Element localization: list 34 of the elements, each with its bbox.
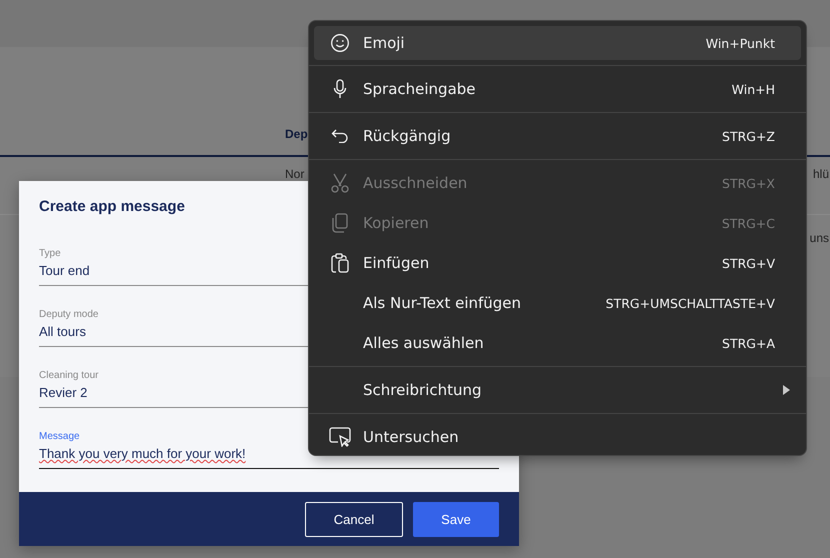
shortcut-text: STRG+V <box>722 256 775 270</box>
shortcut-text: STRG+Z <box>722 128 775 144</box>
table-cell-text: uns <box>810 231 829 247</box>
clipboard-icon <box>330 253 348 273</box>
table-cell: hlü <box>812 167 829 181</box>
shortcut-text: STRG+A <box>722 336 775 350</box>
field-value: Thank you very much for your work! <box>39 446 246 461</box>
field-value: All tours <box>39 324 86 339</box>
column-header: Dep <box>285 127 308 141</box>
shortcut-text: Win+H <box>732 82 775 96</box>
cancel-button[interactable]: Cancel <box>305 502 403 536</box>
submenu-arrow-icon <box>783 385 790 395</box>
inspect-icon <box>328 427 350 447</box>
copy-icon <box>332 213 348 233</box>
microphone-icon <box>332 79 346 99</box>
dialog-title: Create app message <box>39 198 186 215</box>
shortcut-text: STRG+C <box>722 216 775 230</box>
field-label: Deputy mode <box>39 309 98 320</box>
undo-icon <box>330 129 348 143</box>
field-label: Cleaning tour <box>39 370 98 381</box>
scissors-icon <box>330 173 348 193</box>
menu-item[interactable]: Spracheingabe Win+H <box>314 69 801 109</box>
field-value: Tour end <box>39 263 90 278</box>
menu-item[interactable]: Emoji Win+Punkt <box>314 26 801 60</box>
field-value: Revier 2 <box>39 385 88 400</box>
save-button[interactable]: Save <box>413 502 499 536</box>
field-label: Message <box>39 431 80 442</box>
smiley-icon <box>330 33 350 53</box>
menu-item[interactable]: Rückgängig STRG+Z <box>314 116 801 156</box>
table-cell: Nor <box>285 167 304 181</box>
shortcut-text: STRG+X <box>722 176 775 190</box>
shortcut-text: Win+Punkt <box>706 36 775 50</box>
shortcut-text: STRG+UMSCHALTTASTE+V <box>606 296 775 310</box>
field-label: Type <box>39 248 61 259</box>
